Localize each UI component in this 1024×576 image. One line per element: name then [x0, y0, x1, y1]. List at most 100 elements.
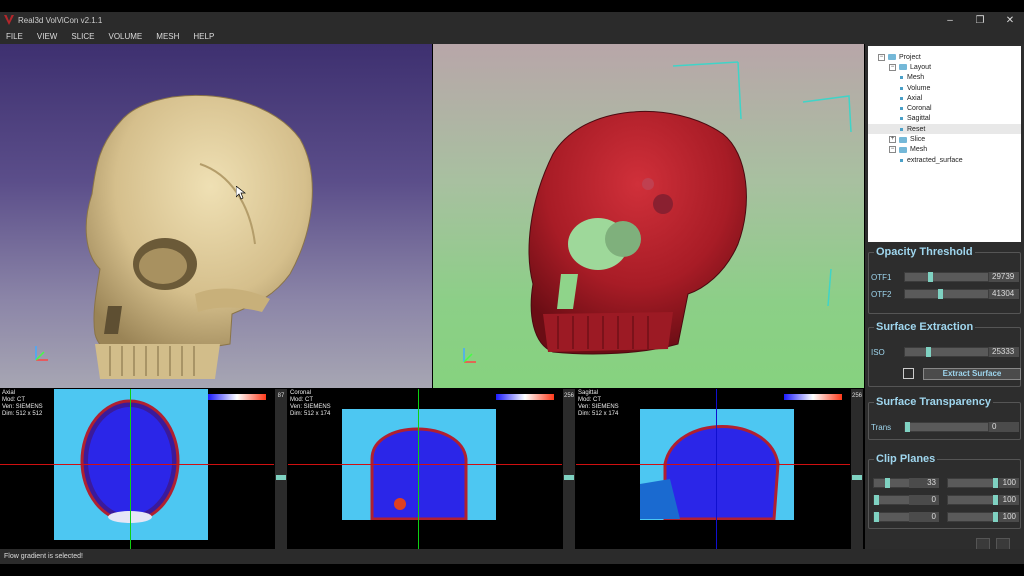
- clip-left-slider-thumb[interactable]: [884, 478, 890, 488]
- extract-surface-button[interactable]: Extract Surface: [923, 368, 1021, 380]
- trans-slider-thumb[interactable]: [905, 422, 910, 432]
- clip-left-slider[interactable]: [873, 478, 913, 488]
- clip-right-slider-thumb[interactable]: [993, 478, 998, 488]
- title-bar: Real3d VolViCon v2.1.1 – ❐ ✕: [0, 12, 1024, 28]
- axial-vertical-crosshair: [130, 389, 131, 549]
- iso-slider[interactable]: [904, 347, 989, 357]
- iso-label: ISO: [871, 348, 885, 357]
- project-tree[interactable]: − Project − Layout Mesh Volume Axial Coronal Sag…: [868, 46, 1021, 242]
- clip-right-slider[interactable]: [947, 512, 999, 522]
- tree-item[interactable]: − Layout: [868, 62, 1021, 72]
- surface-extraction-group: Surface Extraction ISO 25333 Extract Sur…: [868, 321, 1021, 387]
- collapse-icon[interactable]: −: [878, 53, 885, 61]
- coronal-slice-view[interactable]: Coronal Mod: CT Ven: SIEMENS Dim: 512 x …: [288, 389, 562, 549]
- clip-left-slider-thumb[interactable]: [874, 495, 879, 505]
- collapse-icon[interactable]: −: [889, 63, 896, 71]
- clip-right-value: 100: [999, 478, 1019, 488]
- expand-icon[interactable]: +: [889, 136, 896, 144]
- folder-icon: [888, 54, 896, 61]
- tree-item-label: Mesh: [907, 74, 925, 82]
- clip-right-value: 100: [999, 512, 1019, 522]
- tree-item[interactable]: Coronal: [868, 103, 1021, 113]
- tree-item[interactable]: Reset: [868, 124, 1021, 135]
- tree-item[interactable]: Volume: [868, 83, 1021, 93]
- collapse-icon[interactable]: −: [889, 146, 896, 154]
- item-bullet-icon: [900, 158, 903, 162]
- tree-item-label: Sagittal: [907, 115, 931, 123]
- menu-slice[interactable]: SLICE: [71, 32, 94, 41]
- tree-item-label: Axial: [907, 94, 923, 102]
- item-bullet-icon: [900, 76, 903, 80]
- window-controls: – ❐ ✕: [944, 12, 1016, 28]
- minimize-button[interactable]: –: [944, 15, 956, 26]
- surface-skull-render: [528, 61, 852, 355]
- axial-colorbar: [208, 394, 266, 400]
- maximize-button[interactable]: ❐: [974, 15, 986, 26]
- extract-checkbox[interactable]: [903, 368, 914, 379]
- clip-left-slider[interactable]: [873, 495, 913, 505]
- clip-planes-group: Clip Planes 33 100 0 100 0 100: [868, 453, 1021, 529]
- tree-item-label: Coronal: [907, 105, 932, 113]
- coronal-scroll-knob[interactable]: [564, 475, 574, 480]
- menu-help[interactable]: HELP: [193, 32, 214, 41]
- clip-left-value: 0: [909, 512, 939, 522]
- tree-item[interactable]: + Slice: [868, 134, 1021, 144]
- axial-info: Axial Mod: CT Ven: SIEMENS Dim: 512 x 51…: [2, 390, 43, 417]
- item-bullet-icon: [900, 117, 903, 121]
- otf2-label: OTF2: [871, 290, 892, 299]
- item-bullet-icon: [900, 86, 903, 90]
- axial-slice-view[interactable]: Axial Mod: CT Ven: SIEMENS Dim: 512 x 51…: [0, 389, 274, 549]
- menu-mesh[interactable]: MESH: [156, 32, 179, 41]
- folder-icon: [899, 136, 907, 143]
- item-bullet-icon: [900, 96, 903, 100]
- bone-skull-render: [85, 94, 313, 379]
- trans-label: Trans: [871, 423, 892, 432]
- sagittal-scroll-knob[interactable]: [852, 475, 862, 480]
- tree-item[interactable]: Axial: [868, 93, 1021, 103]
- axial-slice-index: 87: [277, 393, 285, 399]
- orientation-axes-icon: [463, 348, 476, 363]
- clip-left-slider-thumb[interactable]: [874, 512, 879, 522]
- clip-right-slider-thumb[interactable]: [993, 512, 998, 522]
- otf2-slider[interactable]: [904, 289, 989, 299]
- tree-item[interactable]: − Mesh: [868, 145, 1021, 155]
- coronal-horizontal-crosshair: [288, 464, 562, 465]
- close-button[interactable]: ✕: [1004, 15, 1016, 26]
- axial-scroll-knob[interactable]: [276, 475, 286, 480]
- sagittal-slice-index: 256: [851, 393, 862, 399]
- menu-view[interactable]: VIEW: [37, 32, 57, 41]
- item-bullet-icon: [900, 107, 903, 111]
- sagittal-slice-view[interactable]: Sagittal Mod: CT Ven: SIEMENS Dim: 512 x…: [576, 389, 850, 549]
- tree-item[interactable]: − Project: [868, 52, 1021, 62]
- tree-item[interactable]: Sagittal: [868, 114, 1021, 124]
- otf1-slider-thumb[interactable]: [928, 272, 934, 282]
- surface-mesh-viewport[interactable]: [433, 44, 864, 388]
- iso-slider-thumb[interactable]: [926, 347, 932, 357]
- clip-right-slider[interactable]: [947, 495, 999, 505]
- volume-render-viewport[interactable]: [0, 44, 432, 388]
- tree-item-label: Project: [899, 53, 921, 61]
- axial-scrollbar[interactable]: 87: [275, 389, 287, 549]
- surface-transparency-group: Surface Transparency Trans 0: [868, 396, 1021, 440]
- tree-item-label: extracted_surface: [907, 156, 963, 164]
- menu-bar: FILE VIEW SLICE VOLUME MESH HELP: [0, 28, 1024, 44]
- trans-slider[interactable]: [904, 422, 989, 432]
- sagittal-scrollbar[interactable]: 256: [851, 389, 863, 549]
- tree-item[interactable]: Mesh: [868, 73, 1021, 83]
- sagittal-colorbar: [784, 394, 842, 400]
- clip-left-slider[interactable]: [873, 512, 913, 522]
- bottom-letterbox: [0, 564, 1024, 576]
- menu-file[interactable]: FILE: [6, 32, 23, 41]
- clip-right-slider-thumb[interactable]: [993, 495, 998, 505]
- menu-volume[interactable]: VOLUME: [108, 32, 142, 41]
- tree-item[interactable]: extracted_surface: [868, 155, 1021, 165]
- sagittal-info: Sagittal Mod: CT Ven: SIEMENS Dim: 512 x…: [578, 390, 619, 417]
- otf1-slider[interactable]: [904, 272, 989, 282]
- folder-icon: [899, 64, 907, 71]
- coronal-info: Coronal Mod: CT Ven: SIEMENS Dim: 512 x …: [290, 390, 331, 417]
- tree-item-label: Volume: [907, 84, 931, 92]
- otf2-slider-thumb[interactable]: [937, 289, 943, 299]
- clip-right-slider[interactable]: [947, 478, 999, 488]
- folder-icon: [899, 146, 907, 153]
- coronal-scrollbar[interactable]: 256: [563, 389, 575, 549]
